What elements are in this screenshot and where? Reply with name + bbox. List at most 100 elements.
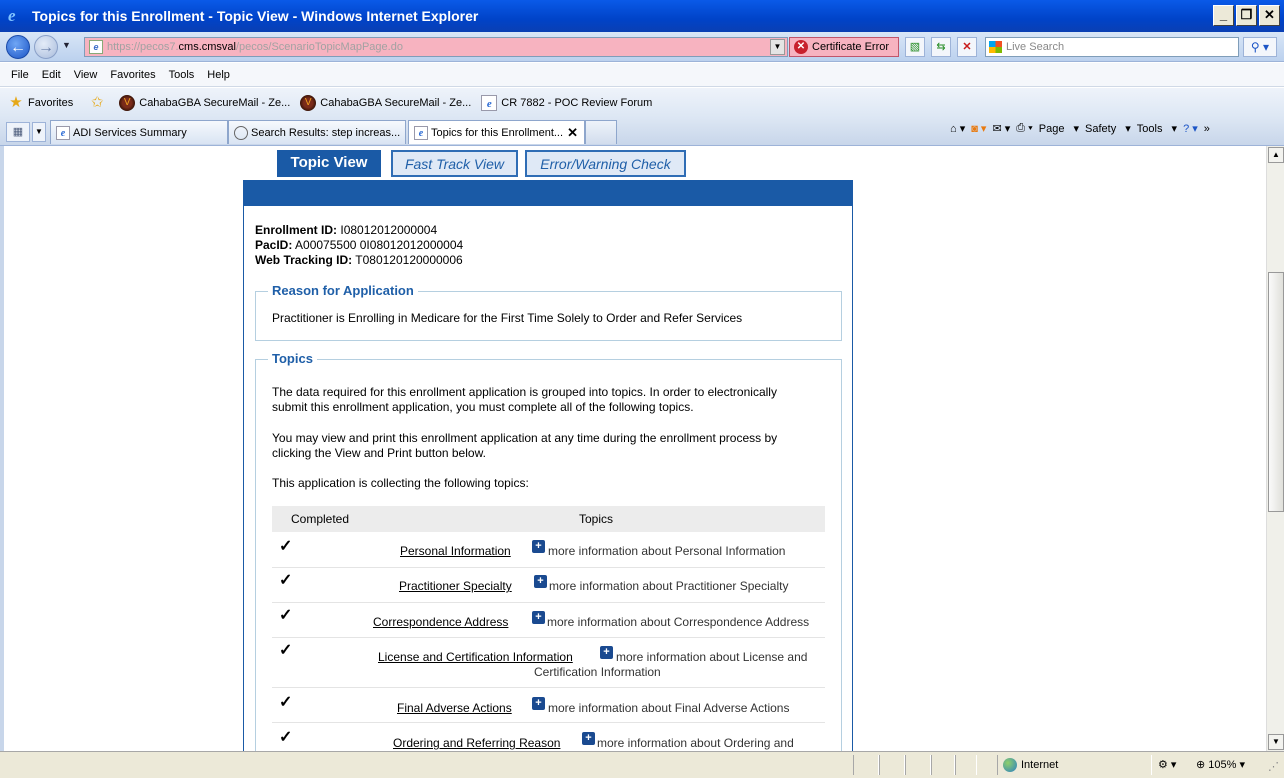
url-dropdown-icon[interactable]: ▼ (770, 39, 785, 55)
tools-menu[interactable]: Tools ▾ (1137, 122, 1177, 135)
ie-logo-icon: e (8, 6, 16, 25)
checkmark-icon: ✓ (279, 572, 293, 589)
reason-fieldset: Reason for Application Practitioner is E… (255, 283, 842, 341)
favorite-link-label: CR 7882 - POC Review Forum (501, 96, 653, 109)
scroll-thumb[interactable] (1268, 272, 1284, 512)
resize-grip-icon[interactable]: ⋰ (1268, 760, 1279, 773)
tab-label: Topics for this Enrollment... (431, 127, 564, 139)
menu-edit[interactable]: Edit (42, 69, 61, 81)
protected-mode-icon[interactable]: ⚙ ▾ (1158, 758, 1176, 771)
plus-icon[interactable]: + (582, 732, 595, 745)
plus-icon[interactable]: + (532, 697, 545, 710)
print-icon[interactable]: ⎙ ▾ (1016, 122, 1032, 135)
minimize-button[interactable]: _ (1213, 5, 1234, 26)
tab-topic-view[interactable]: Topic View (277, 150, 381, 177)
more-info-text: more information about Personal Informat… (548, 544, 786, 558)
close-tab-icon[interactable]: ✕ (567, 121, 578, 144)
history-dropdown-icon[interactable]: ▼ (62, 40, 71, 50)
topic-link[interactable]: Final Adverse Actions (397, 701, 512, 715)
table-row: ✓ Personal Information + more informatio… (272, 534, 825, 568)
ie-page-icon: e (414, 126, 428, 140)
vertical-scrollbar[interactable]: ▲ ▼ (1266, 146, 1284, 751)
title-bar: e Topics for this Enrollment - Topic Vie… (0, 0, 1284, 32)
cahaba-icon: V (300, 94, 317, 111)
search-input[interactable]: Live Search (985, 37, 1239, 57)
checkmark-icon: ✓ (279, 538, 293, 555)
web-tracking-value: T080120120000006 (355, 253, 463, 267)
plus-icon[interactable]: + (600, 646, 613, 659)
pac-id-value: A00075500 0I08012012000004 (295, 238, 464, 252)
forward-button[interactable]: → (34, 35, 58, 59)
menu-favorites[interactable]: Favorites (110, 69, 155, 81)
quick-tabs-icon[interactable]: ▦ (6, 122, 30, 142)
menu-file[interactable]: File (11, 69, 29, 81)
topic-link[interactable]: Personal Information (400, 544, 511, 558)
status-bar: Internet ⚙ ▾ ⊕ 105% ▾ ⋰ (0, 751, 1284, 778)
tab-list-dropdown-icon[interactable]: ▼ (32, 122, 46, 142)
new-tab-button[interactable] (585, 120, 617, 144)
checkmark-icon: ✓ (279, 607, 293, 624)
status-segment (931, 755, 955, 775)
safety-menu-label: Safety (1085, 123, 1117, 135)
enrollment-id-label: Enrollment ID: (255, 223, 338, 237)
url-field[interactable]: e https://pecos7.cms.cmsval/pecos/Scenar… (84, 37, 788, 57)
favorite-link[interactable]: e CR 7882 - POC Review Forum (481, 94, 653, 111)
tab-search-results[interactable]: Search Results: step increas... (228, 120, 406, 144)
certificate-error-button[interactable]: ✕ Certificate Error (789, 37, 899, 57)
favorites-button[interactable]: ★ Favorites (8, 94, 74, 111)
topic-link[interactable]: Ordering and Referring Reason (393, 736, 560, 750)
refresh-button[interactable]: ⇆ (931, 37, 951, 57)
restore-button[interactable]: ❐ (1236, 5, 1257, 26)
plus-icon[interactable]: + (532, 611, 545, 624)
stop-button[interactable]: ✕ (957, 37, 977, 57)
close-button[interactable]: ✕ (1259, 5, 1280, 26)
topic-link[interactable]: Practitioner Specialty (399, 579, 512, 593)
help-icon[interactable]: ? ▾ (1183, 122, 1198, 135)
topics-table-header: Completed Topics (272, 506, 825, 532)
mail-icon[interactable]: ✉ ▾ (992, 122, 1010, 135)
scroll-up-icon[interactable]: ▲ (1268, 147, 1284, 163)
menu-tools[interactable]: Tools (169, 69, 195, 81)
topics-print-paragraph: You may view and print this enrollment a… (272, 431, 812, 461)
home-icon[interactable]: ⌂ ▾ (950, 122, 965, 135)
page-menu-label: Page (1038, 123, 1065, 135)
tab-topics-enrollment[interactable]: e Topics for this Enrollment... ✕ (408, 120, 585, 144)
back-button[interactable]: ← (6, 35, 30, 59)
zoom-control[interactable]: ⊕ 105% ▾ (1196, 758, 1245, 771)
certificate-error-label: Certificate Error (812, 41, 890, 53)
topic-link[interactable]: Correspondence Address (373, 615, 508, 629)
scroll-down-icon[interactable]: ▼ (1268, 734, 1284, 750)
favorite-link-label: CahabaGBA SecureMail - Ze... (320, 96, 472, 109)
topics-collecting-text: This application is collecting the follo… (272, 476, 529, 490)
tab-label: ADI Services Summary (73, 127, 187, 139)
topics-legend: Topics (268, 351, 317, 366)
topic-link[interactable]: License and Certification Information (378, 650, 573, 664)
feeds-icon[interactable]: ◙ ▾ (971, 122, 986, 135)
tab-fast-track-view[interactable]: Fast Track View (391, 150, 518, 177)
topics-intro-paragraph: The data required for this enrollment ap… (272, 385, 812, 415)
more-commands-icon[interactable]: » (1204, 123, 1210, 135)
tab-error-warning-check[interactable]: Error/Warning Check (525, 150, 686, 177)
menu-view[interactable]: View (74, 69, 98, 81)
compatibility-icon[interactable]: ▧ (905, 37, 925, 57)
menu-help[interactable]: Help (207, 69, 230, 81)
checkmark-icon: ✓ (279, 729, 293, 746)
tools-menu-label: Tools (1136, 123, 1163, 135)
search-button[interactable]: ⚲ ▾ (1243, 37, 1277, 57)
page-menu[interactable]: Page ▾ (1039, 122, 1079, 135)
status-segment (853, 755, 879, 775)
more-info-text: more information about Practitioner Spec… (549, 579, 789, 593)
add-favorite-button[interactable]: ✩ (89, 94, 109, 111)
status-segment (955, 755, 977, 775)
favorite-link[interactable]: V CahabaGBA SecureMail - Ze... (300, 94, 472, 111)
plus-icon[interactable]: + (532, 540, 545, 553)
favorites-label: Favorites (28, 96, 74, 109)
zone-label: Internet (1021, 759, 1059, 771)
window-controls: _ ❐ ✕ (1213, 5, 1280, 26)
reason-text: Practitioner is Enrolling in Medicare fo… (272, 311, 743, 325)
live-search-logo-icon (989, 41, 1002, 53)
safety-menu[interactable]: Safety ▾ (1085, 122, 1131, 135)
plus-icon[interactable]: + (534, 575, 547, 588)
tab-adi-services[interactable]: e ADI Services Summary (50, 120, 228, 144)
favorite-link[interactable]: V CahabaGBA SecureMail - Ze... (119, 94, 290, 111)
